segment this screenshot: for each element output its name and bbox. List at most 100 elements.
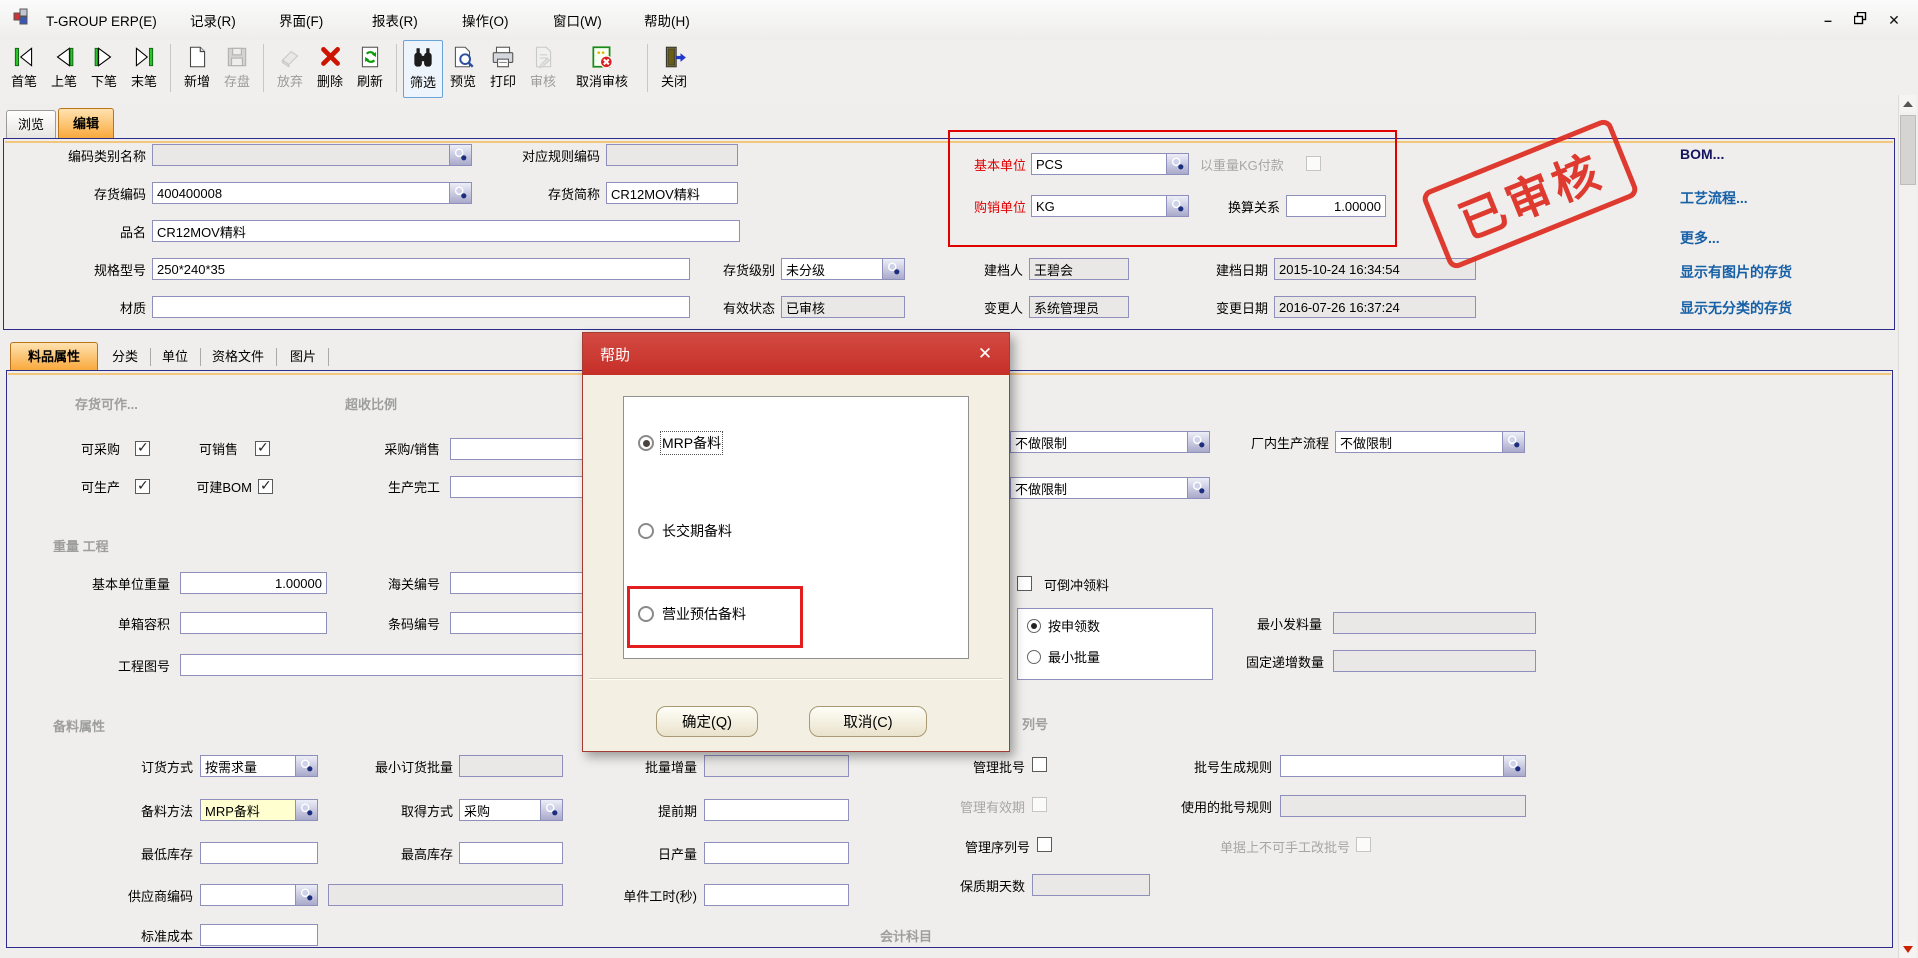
checkbox-can-produce[interactable] [135, 479, 150, 494]
tab-browse[interactable]: 浏览 [6, 110, 56, 138]
toolbar-last-record-button[interactable]: 末笔 [124, 40, 164, 98]
toolbar-refresh-button[interactable]: 刷新 [350, 40, 390, 98]
field-batch-no-rule[interactable] [1280, 755, 1526, 777]
menu-operate[interactable]: 操作(O) [462, 13, 509, 31]
help-dialog-close-icon[interactable]: ✕ [973, 342, 997, 366]
link-show-unclassified-items[interactable]: 显示无分类的存货 [1680, 298, 1792, 318]
lookup-icon[interactable] [295, 885, 317, 905]
lookup-icon[interactable] [295, 800, 317, 820]
field-code-category[interactable] [152, 144, 472, 166]
label-base-unit: 基本单位 [958, 157, 1026, 175]
subtab-item-attributes[interactable]: 料品属性 [10, 342, 98, 370]
link-show-items-with-images[interactable]: 显示有图片的存货 [1680, 262, 1792, 282]
option-mrp-spare[interactable]: MRP备料 [638, 431, 721, 455]
checkbox-manage-serial-no[interactable] [1037, 837, 1052, 852]
lookup-icon[interactable] [449, 183, 471, 203]
menu-help[interactable]: 帮助(H) [644, 13, 690, 31]
toolbar-cancel-audit-button[interactable]: 取消审核 [563, 40, 641, 98]
checkbox-manage-batch-no[interactable] [1032, 757, 1047, 772]
field-item-level[interactable]: 未分级 [781, 258, 905, 280]
lookup-icon[interactable] [295, 756, 317, 776]
field-order-method[interactable]: 按需求量 [200, 755, 318, 777]
menu-report[interactable]: 报表(R) [372, 13, 418, 31]
field-factory-process-flow[interactable]: 不做限制 [1335, 431, 1525, 453]
help-dialog-titlebar[interactable]: 帮助 [583, 333, 1009, 375]
field-unit-work-seconds[interactable] [704, 884, 849, 906]
field-restriction-2[interactable]: 不做限制 [1010, 477, 1210, 499]
lookup-icon[interactable] [1502, 432, 1524, 452]
label-can-build-bom: 可建BOM [190, 479, 252, 497]
subtab-classification[interactable]: 分类 [112, 348, 151, 366]
menu-tgroup-erp[interactable]: T-GROUP ERP(E) [46, 13, 157, 31]
ok-button[interactable]: 确定(Q) [656, 706, 758, 737]
subtab-unit[interactable]: 单位 [162, 348, 201, 366]
toolbar-filter-button[interactable]: 筛选 [403, 40, 443, 98]
radio-min-batch[interactable] [1027, 650, 1041, 664]
field-spec-model[interactable]: 250*240*35 [152, 258, 690, 280]
menu-record[interactable]: 记录(R) [190, 13, 236, 31]
field-base-unit[interactable]: PCS [1031, 153, 1189, 175]
lookup-icon[interactable] [1187, 478, 1209, 498]
minimize-button[interactable]: – [1816, 12, 1840, 30]
link-more[interactable]: 更多... [1680, 228, 1720, 248]
toolbar-next-record-button[interactable]: 下笔 [84, 40, 124, 98]
lookup-icon[interactable] [1166, 196, 1188, 216]
field-min-stock[interactable] [200, 842, 318, 864]
cancel-button[interactable]: 取消(C) [809, 706, 927, 737]
lookup-icon[interactable] [1166, 154, 1188, 174]
field-conversion-ratio[interactable]: 1.00000 [1286, 195, 1386, 217]
label-no-manual-batch-edit: 单据上不可手工改批号 [1150, 839, 1350, 857]
toolbar-delete-button[interactable]: 删除 [310, 40, 350, 98]
restore-button[interactable] [1848, 12, 1872, 30]
field-supplier-code[interactable] [200, 884, 318, 906]
field-max-stock[interactable] [459, 842, 563, 864]
scroll-down-button[interactable] [1900, 941, 1916, 958]
link-process-flow[interactable]: 工艺流程... [1680, 188, 1748, 208]
subtab-images[interactable]: 图片 [290, 348, 329, 366]
field-used-batch-rule [1280, 795, 1526, 817]
option-long-leadtime-spare[interactable]: 长交期备料 [638, 519, 732, 543]
radio-by-requested-qty[interactable] [1027, 619, 1041, 633]
checkbox-can-build-bom[interactable] [258, 479, 273, 494]
scroll-up-button[interactable] [1900, 95, 1916, 112]
field-box-volume[interactable] [180, 612, 327, 634]
field-base-unit-weight[interactable]: 1.00000 [180, 572, 327, 594]
field-daily-output[interactable] [704, 842, 849, 864]
toolbar-prev-record-button[interactable]: 上笔 [44, 40, 84, 98]
field-rule-code[interactable] [606, 144, 738, 166]
close-window-button[interactable]: ✕ [1882, 12, 1906, 30]
field-trade-unit[interactable]: KG [1031, 195, 1189, 217]
field-restriction-1[interactable]: 不做限制 [1010, 431, 1210, 453]
lookup-icon[interactable] [882, 259, 904, 279]
field-standard-cost[interactable] [200, 924, 318, 946]
vertical-scrollbar[interactable] [1898, 95, 1917, 958]
menu-ui[interactable]: 界面(F) [279, 13, 323, 31]
field-acquire-method[interactable]: 采购 [459, 799, 563, 821]
subtab-qualification-files[interactable]: 资格文件 [212, 348, 277, 366]
lookup-icon[interactable] [540, 800, 562, 820]
checkbox-can-purchase[interactable] [135, 441, 150, 456]
lookup-icon[interactable] [1503, 756, 1525, 776]
field-item-short-name[interactable]: CR12MOV精料 [606, 182, 738, 204]
field-spare-method[interactable]: MRP备料 [200, 799, 318, 821]
checkbox-can-sell[interactable] [255, 441, 270, 456]
lookup-icon[interactable] [449, 145, 471, 165]
label-created-by: 建档人 [955, 262, 1023, 280]
lookup-icon[interactable] [1187, 432, 1209, 452]
toolbar-first-record-button[interactable]: 首笔 [4, 40, 44, 98]
field-lead-time[interactable] [704, 799, 849, 821]
label-standard-cost: 标准成本 [93, 928, 193, 946]
menu-window[interactable]: 窗口(W) [553, 13, 602, 31]
tab-edit[interactable]: 编辑 [58, 108, 114, 138]
toolbar-preview-button[interactable]: 预览 [443, 40, 483, 98]
link-bom[interactable]: BOM... [1680, 146, 1724, 162]
field-product-name[interactable]: CR12MOV精料 [152, 220, 740, 242]
field-material[interactable] [152, 296, 690, 318]
toolbar-new-button[interactable]: 新增 [177, 40, 217, 98]
scrollbar-thumb[interactable] [1900, 115, 1916, 185]
toolbar-print-button[interactable]: 打印 [483, 40, 523, 98]
toolbar-close-button[interactable]: 关闭 [654, 40, 694, 98]
checkbox-backflush-issue[interactable] [1017, 576, 1032, 591]
field-item-code[interactable]: 400400008 [152, 182, 472, 204]
label-customs-code: 海关编号 [340, 576, 440, 594]
